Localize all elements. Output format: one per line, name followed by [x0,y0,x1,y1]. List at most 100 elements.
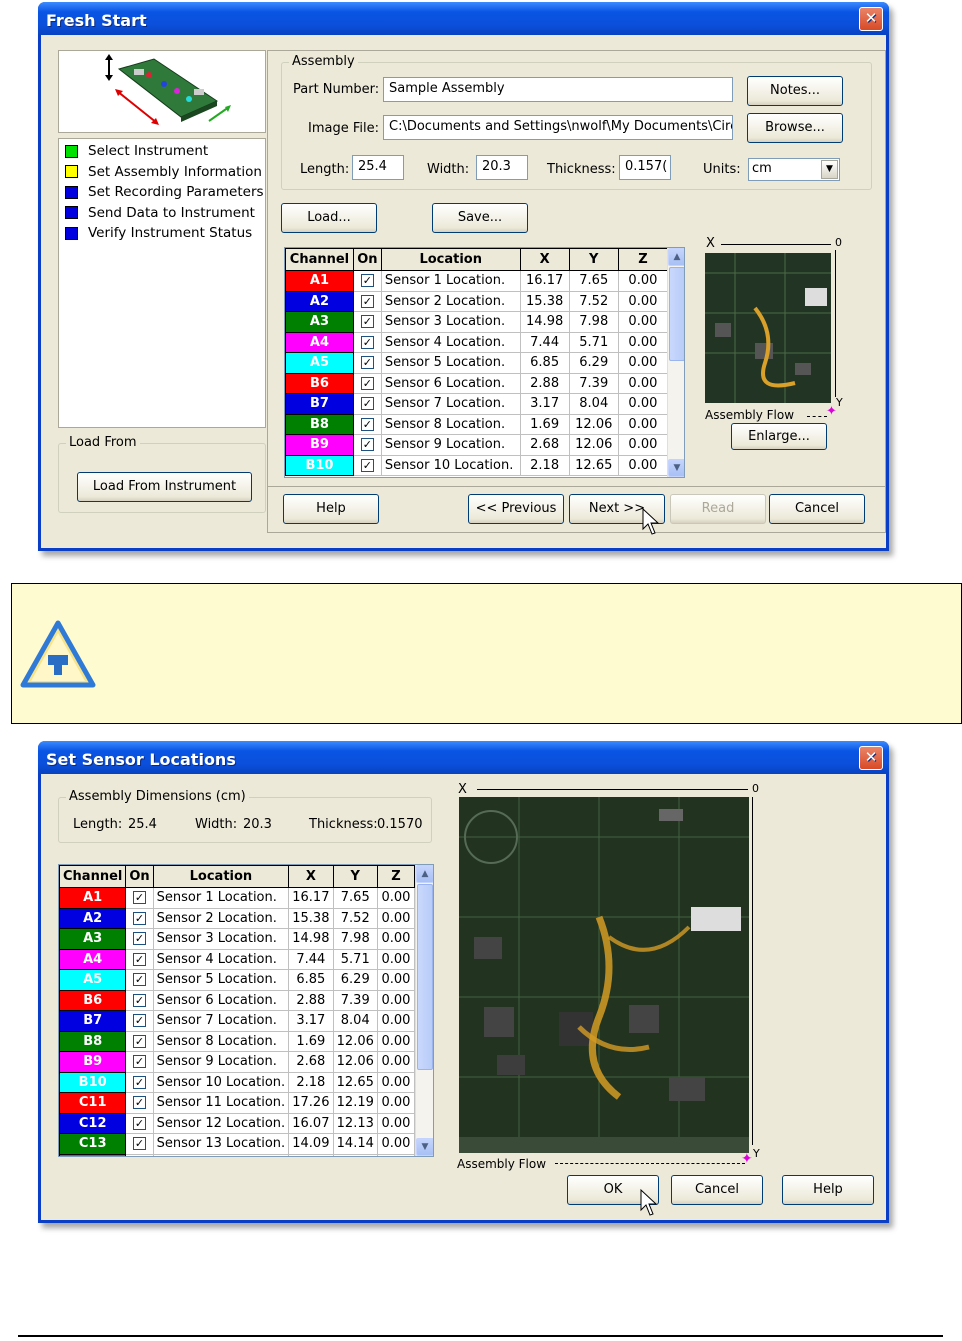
length-field[interactable]: 25.4 [352,155,404,180]
scroll-up-icon[interactable]: ▲ [668,248,684,266]
channel-cell[interactable]: C14 [59,1153,127,1156]
y-cell[interactable]: 12.06 [332,1051,378,1073]
z-cell[interactable]: 0.00 [376,948,416,970]
x-cell[interactable]: 1.69 [288,1030,334,1052]
x-cell[interactable]: 16.07 [288,1112,334,1134]
cancel-button[interactable]: Cancel [769,494,865,524]
y-cell[interactable]: 7.39 [332,989,378,1011]
y-cell[interactable]: 7.39 [568,372,619,394]
channel-cell[interactable]: B9 [59,1051,127,1073]
location-cell[interactable]: Sensor 5 Location. [152,969,290,991]
checkbox-checked-icon[interactable]: ✓ [133,891,147,905]
z-cell[interactable]: 0.00 [376,969,416,991]
checkbox-checked-icon[interactable]: ✓ [360,335,374,349]
channel-cell[interactable]: C13 [59,1133,127,1155]
x-cell[interactable]: 15.38 [288,907,334,929]
x-cell[interactable]: 7.44 [288,948,334,970]
location-cell[interactable]: Sensor 3 Location. [152,928,290,950]
channel-cell[interactable]: A4 [59,948,127,970]
x-cell[interactable]: 2.88 [288,989,334,1011]
x-cell[interactable]: 2.18 [519,454,570,476]
z-cell[interactable]: 0.00 [376,1092,416,1114]
checkbox-checked-icon[interactable]: ✓ [133,1075,147,1089]
table-row[interactable]: A5 ✓ Sensor 5 Location. 6.85 6.29 0.00 [59,969,416,991]
z-cell[interactable]: 0.00 [617,352,669,374]
chevron-down-icon[interactable]: ▼ [821,160,838,179]
x-cell[interactable]: 2.88 [519,372,570,394]
x-cell[interactable]: 15.38 [519,290,570,312]
width-field[interactable]: 20.3 [476,155,528,180]
table-row[interactable]: A4 ✓ Sensor 4 Location. 7.44 5.71 0.00 [59,948,416,970]
location-cell[interactable]: Sensor 8 Location. [380,413,521,435]
y-cell[interactable]: 7.65 [332,887,378,909]
table-row[interactable]: C14✓Sensor 14 Location.13.0014.400.00 [59,1153,416,1156]
checkbox-checked-icon[interactable]: ✓ [360,356,374,370]
location-cell[interactable]: Sensor 9 Location. [152,1051,290,1073]
y-cell[interactable]: 12.65 [332,1071,378,1093]
y-cell[interactable]: 8.04 [568,393,619,415]
y-cell[interactable]: 12.06 [568,434,619,456]
load-button[interactable]: Load... [281,203,377,233]
location-cell[interactable]: Sensor 1 Location. [152,887,290,909]
x-cell[interactable]: 17.26 [288,1092,334,1114]
table-row[interactable]: A1 ✓ Sensor 1 Location. 16.17 7.65 0.00 [285,270,669,292]
close-icon[interactable]: ✕ [859,7,883,31]
set-sensor-titlebar[interactable]: Set Sensor Locations ✕ [38,741,889,774]
help-button[interactable]: Help [782,1175,874,1205]
y-cell[interactable]: 5.71 [332,948,378,970]
notes-button[interactable]: Notes... [747,76,843,106]
channel-cell[interactable]: A1 [59,887,127,909]
x-cell[interactable]: 2.18 [288,1071,334,1093]
y-cell[interactable]: 5.71 [568,331,619,353]
location-cell[interactable]: Sensor 7 Location. [152,1010,290,1032]
location-cell[interactable]: Sensor 7 Location. [380,393,521,415]
checkbox-checked-icon[interactable]: ✓ [360,274,374,288]
enlarge-button[interactable]: Enlarge... [731,423,827,450]
y-cell[interactable]: 7.65 [568,270,619,292]
table-row[interactable]: B7 ✓ Sensor 7 Location. 3.17 8.04 0.00 [285,393,669,415]
column-header[interactable]: Channel [285,248,354,271]
y-cell[interactable]: 6.29 [332,969,378,991]
table-row[interactable]: B8 ✓ Sensor 8 Location. 1.69 12.06 0.00 [59,1030,416,1052]
checkbox-checked-icon[interactable]: ✓ [133,952,147,966]
checkbox-checked-icon[interactable]: ✓ [133,1137,147,1151]
table-row[interactable]: A4 ✓ Sensor 4 Location. 7.44 5.71 0.00 [285,331,669,353]
x-cell[interactable]: 3.17 [519,393,570,415]
cancel-button[interactable]: Cancel [671,1175,763,1205]
scroll-thumb[interactable] [417,884,433,1070]
y-cell[interactable]: 6.29 [568,352,619,374]
table-row[interactable]: B10 ✓ Sensor 10 Location. 2.18 12.65 0.00 [59,1071,416,1093]
checkbox-checked-icon[interactable]: ✓ [360,294,374,308]
location-cell[interactable]: Sensor 2 Location. [380,290,521,312]
table-row[interactable]: A1 ✓ Sensor 1 Location. 16.17 7.65 0.00 [59,887,416,909]
y-cell[interactable]: 14.40 [332,1153,378,1156]
table-row[interactable]: B7 ✓ Sensor 7 Location. 3.17 8.04 0.00 [59,1010,416,1032]
checkbox-checked-icon[interactable]: ✓ [360,458,374,472]
channel-cell[interactable]: A1 [285,270,354,292]
x-cell[interactable]: 6.85 [288,969,334,991]
column-header[interactable]: On [352,248,382,271]
z-cell[interactable]: 0.00 [617,372,669,394]
save-button[interactable]: Save... [432,203,528,233]
table-row[interactable]: C11 ✓ Sensor 11 Location. 17.26 12.19 0.00 [59,1092,416,1114]
column-header[interactable]: On [125,865,154,888]
x-cell[interactable]: 16.17 [288,887,334,909]
z-cell[interactable]: 0.00 [376,1133,416,1155]
z-cell[interactable]: 0.00 [617,311,669,333]
location-cell[interactable]: Sensor 6 Location. [380,372,521,394]
y-cell[interactable]: 7.98 [568,311,619,333]
browse-button[interactable]: Browse... [747,113,843,143]
checkbox-checked-icon[interactable]: ✓ [360,417,374,431]
checkbox-checked-icon[interactable]: ✓ [360,397,374,411]
location-cell[interactable]: Sensor 14 Location. [152,1153,290,1156]
channel-cell[interactable]: B10 [59,1071,127,1093]
channel-cell[interactable]: B6 [59,989,127,1011]
x-cell[interactable]: 7.44 [519,331,570,353]
checkbox-checked-icon[interactable]: ✓ [133,993,147,1007]
table-row[interactable]: A2 ✓ Sensor 2 Location. 15.38 7.52 0.00 [59,907,416,929]
location-cell[interactable]: Sensor 6 Location. [152,989,290,1011]
table-row[interactable]: C12 ✓ Sensor 12 Location. 16.07 12.13 0.00 [59,1112,416,1134]
location-cell[interactable]: Sensor 13 Location. [152,1133,290,1155]
location-cell[interactable]: Sensor 8 Location. [152,1030,290,1052]
thickness-field[interactable]: 0.157( [619,155,671,180]
